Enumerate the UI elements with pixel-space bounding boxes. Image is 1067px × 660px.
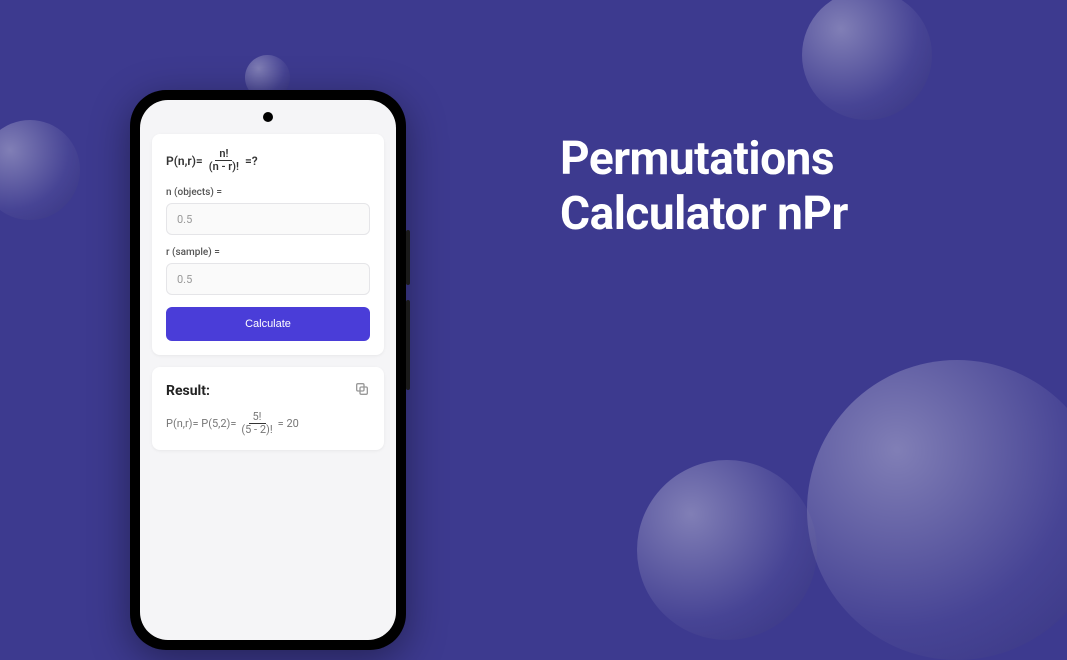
n-input[interactable]: 0.5	[166, 203, 370, 235]
result-fraction: 5! (5 - 2)!	[239, 411, 274, 436]
decorative-sphere	[802, 0, 932, 120]
r-input[interactable]: 0.5	[166, 263, 370, 295]
phone-side-button	[406, 230, 410, 285]
formula-suffix: =?	[245, 154, 258, 168]
result-expression: P(n,r)= P(5,2)= 5! (5 - 2)! = 20	[166, 411, 370, 436]
result-card: Result: P(n,r)= P(5,2)= 5! (5 - 2)! =	[152, 367, 384, 450]
decorative-sphere	[0, 120, 80, 220]
result-heading: Result:	[166, 383, 210, 399]
formula-lhs: P(n,r)=	[166, 154, 203, 168]
phone-screen: P(n,r)= n! (n - r)! =? n (objects) = 0.5…	[140, 100, 396, 640]
formula-denominator: (n - r)!	[207, 161, 241, 173]
title-line-2: Calculator nPr	[560, 187, 848, 242]
calculate-button[interactable]: Calculate	[166, 307, 370, 341]
calculate-label: Calculate	[245, 318, 291, 330]
phone-camera-icon	[263, 112, 273, 122]
formula-fraction: n! (n - r)!	[207, 148, 241, 173]
n-label: n (objects) =	[166, 187, 370, 198]
decorative-sphere	[637, 460, 817, 640]
r-placeholder: 0.5	[177, 273, 192, 286]
title-line-1: Permutations	[560, 132, 848, 187]
copy-icon[interactable]	[354, 381, 370, 401]
result-prefix: P(n,r)= P(5,2)=	[166, 417, 236, 430]
r-label: r (sample) =	[166, 247, 370, 258]
decorative-sphere	[807, 360, 1067, 660]
page-title: Permutations Calculator nPr	[560, 132, 848, 242]
result-denominator: (5 - 2)!	[239, 424, 274, 436]
phone-frame: P(n,r)= n! (n - r)! =? n (objects) = 0.5…	[130, 90, 406, 650]
result-value: = 20	[278, 417, 299, 430]
calculator-card: P(n,r)= n! (n - r)! =? n (objects) = 0.5…	[152, 134, 384, 355]
n-placeholder: 0.5	[177, 213, 192, 226]
formula-display: P(n,r)= n! (n - r)! =?	[166, 148, 370, 173]
phone-side-button	[406, 300, 410, 390]
